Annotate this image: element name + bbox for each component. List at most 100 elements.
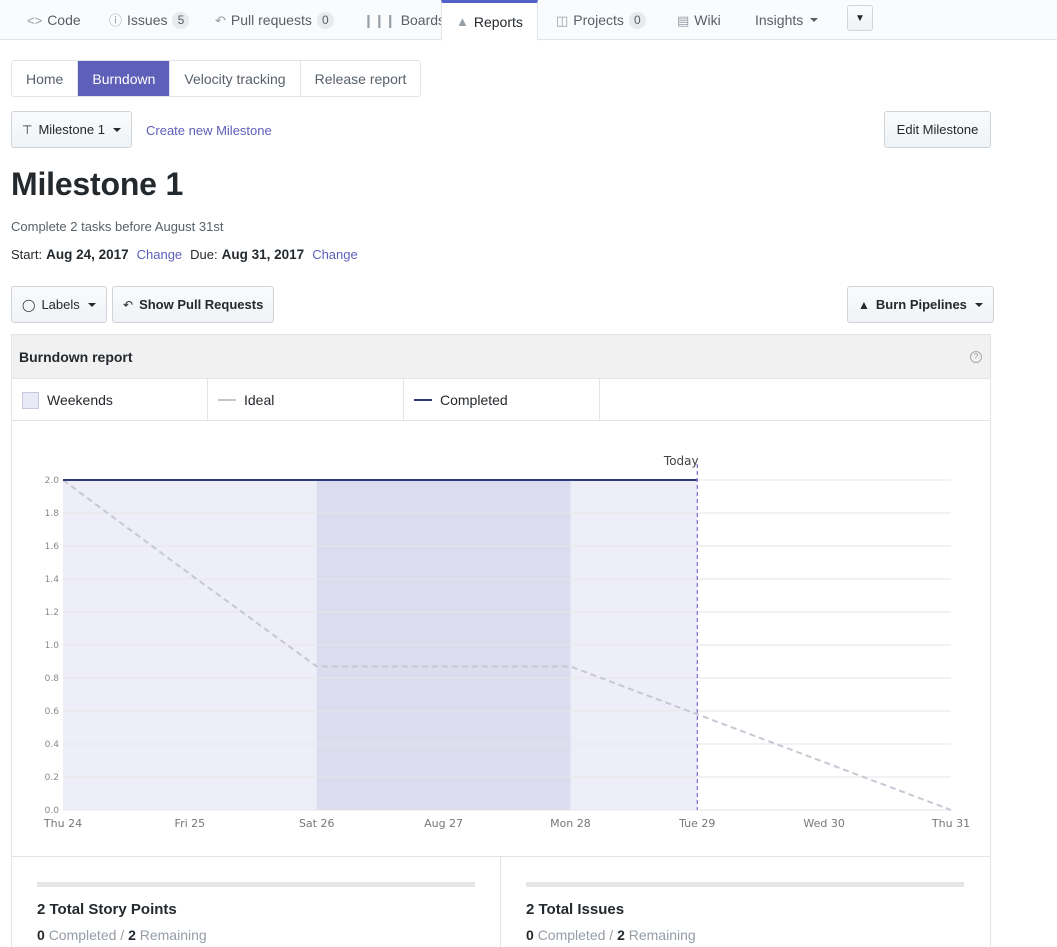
x-tick-label: Sat 26	[299, 817, 335, 830]
legend-label: Completed	[440, 392, 508, 408]
burndown-chart-svg: 0.0 0.2 0.4 0.6 0.8 1.0 1.2 1.4 1.6 1.8 2.0 Thu 24 F…	[43, 454, 970, 830]
legend-ideal[interactable]: Ideal	[208, 379, 404, 421]
tab-label: Insights	[755, 12, 804, 28]
story-points-progress	[37, 882, 475, 887]
edit-milestone-button[interactable]: Edit Milestone	[884, 111, 991, 148]
y-tick-label: 1.4	[45, 575, 60, 585]
show-pull-requests-label: Show Pull Requests	[139, 297, 264, 312]
subtab-release-report[interactable]: Release report	[301, 61, 421, 96]
x-tick-label: Thu 24	[43, 817, 82, 830]
projects-count-badge: 0	[628, 11, 646, 29]
due-label: Due:	[190, 247, 218, 262]
reports-subtabs: Home Burndown Velocity tracking Release …	[11, 60, 422, 97]
create-milestone-link[interactable]: Create new Milestone	[146, 123, 272, 138]
tab-wiki[interactable]: ▤ Wiki	[677, 0, 721, 40]
wiki-icon: ▤	[677, 12, 690, 28]
completed-value: 0	[526, 927, 534, 943]
labels-button[interactable]: ◯ Labels	[11, 286, 107, 323]
issues-count-badge: 5	[172, 11, 190, 29]
tab-reports[interactable]: ▲ Reports	[441, 0, 538, 41]
burndown-report-panel: Burndown report ? Weekends Ideal Complet…	[11, 334, 991, 947]
help-icon[interactable]: ?	[970, 350, 982, 363]
tab-pull-requests[interactable]: ↶ Pull requests 0	[215, 0, 334, 40]
legend-label: Ideal	[244, 392, 275, 408]
projects-icon: ◫	[556, 12, 569, 28]
change-start-link[interactable]: Change	[137, 247, 183, 262]
legend-completed[interactable]: Completed	[404, 379, 600, 421]
tab-label: Issues	[127, 12, 168, 28]
story-points-title: 2 Total Story Points	[37, 901, 177, 918]
completed-label: Completed	[48, 927, 117, 943]
pull-request-icon: ↶	[123, 297, 134, 312]
tab-insights[interactable]: Insights	[755, 0, 819, 40]
reports-icon: ▲	[456, 14, 469, 29]
tab-issues[interactable]: ⓘ Issues 5	[109, 0, 190, 40]
chevron-down-icon	[87, 302, 96, 307]
show-pull-requests-button[interactable]: ↶ Show Pull Requests	[112, 286, 275, 323]
burndown-chart: 0.0 0.2 0.4 0.6 0.8 1.0 1.2 1.4 1.6 1.8 2.0 Thu 24 F…	[12, 421, 990, 856]
tab-boards[interactable]: ❙❙❙ Boards	[363, 0, 445, 40]
more-menu-button[interactable]: ▼	[847, 5, 873, 31]
legend-swatch	[218, 399, 236, 401]
burn-pipelines-label: Burn Pipelines	[875, 297, 967, 312]
remaining-label: Remaining	[628, 927, 696, 943]
boards-icon: ❙❙❙	[363, 12, 396, 28]
completed-label: Completed	[537, 927, 606, 943]
milestone-select-label: Milestone 1	[38, 122, 105, 137]
y-tick-label: 0.2	[45, 773, 59, 783]
tab-label: Wiki	[694, 12, 721, 28]
y-tick-label: 1.0	[45, 641, 60, 651]
issue-icon: ⓘ	[109, 12, 123, 28]
tag-icon: ◯	[22, 297, 36, 312]
issues-title: 2 Total Issues	[526, 901, 625, 918]
tab-label: Projects	[573, 12, 624, 28]
story-points-summary: 0 Completed / 2 Remaining	[37, 927, 207, 943]
repo-nav: <> Code ⓘ Issues 5 ↶ Pull requests 0 ❙❙❙…	[0, 0, 1057, 41]
start-date: Aug 24, 2017	[46, 247, 129, 262]
x-tick-label: Tue 29	[678, 817, 715, 830]
pull-request-icon: ↶	[215, 12, 226, 28]
code-icon: <>	[27, 12, 43, 28]
issues-stat: 2 Total Issues 0 Completed / 2 Remaining	[501, 857, 990, 947]
legend-label: Weekends	[47, 392, 113, 408]
flame-icon: ▲	[858, 297, 870, 312]
milestone-icon: ⊤	[22, 122, 33, 137]
y-tick-label: 0.0	[45, 806, 60, 816]
subtab-velocity-tracking[interactable]: Velocity tracking	[170, 61, 301, 96]
chevron-down-icon	[810, 18, 819, 22]
y-tick-label: 1.2	[45, 608, 59, 618]
tab-projects[interactable]: ◫ Projects 0	[556, 0, 646, 40]
subtab-home[interactable]: Home	[12, 61, 79, 96]
legend-weekends[interactable]: Weekends	[12, 379, 208, 421]
x-tick-label: Wed 30	[803, 817, 844, 830]
completed-value: 0	[37, 927, 45, 943]
today-label: Today	[663, 454, 699, 468]
subtab-burndown[interactable]: Burndown	[78, 61, 171, 96]
report-header: Burndown report ?	[12, 335, 990, 379]
tab-label: Pull requests	[230, 12, 312, 28]
chevron-down-icon: ▼	[855, 12, 865, 24]
legend-swatch	[414, 399, 432, 401]
chart-legend: Weekends Ideal Completed	[12, 379, 990, 421]
change-due-link[interactable]: Change	[312, 247, 358, 262]
page-title: Milestone 1	[11, 166, 184, 202]
burn-pipelines-button[interactable]: ▲ Burn Pipelines	[847, 286, 994, 323]
y-tick-label: 0.8	[45, 674, 60, 684]
tab-code[interactable]: <> Code	[27, 0, 81, 40]
remaining-label: Remaining	[139, 927, 207, 943]
x-tick-label: Thu 31	[931, 817, 970, 830]
milestone-select-button[interactable]: ⊤ Milestone 1	[11, 111, 132, 148]
story-points-stat: 2 Total Story Points 0 Completed / 2 Rem…	[12, 857, 501, 947]
tab-label: Reports	[473, 13, 523, 30]
due-date: Aug 31, 2017	[221, 247, 305, 262]
y-tick-label: 2.0	[45, 476, 60, 486]
x-tick-label: Aug 27	[424, 817, 463, 830]
remaining-value: 2	[617, 927, 625, 943]
labels-button-label: Labels	[41, 297, 80, 312]
report-title: Burndown report	[19, 348, 133, 365]
legend-swatch	[22, 391, 39, 409]
pull-requests-count-badge: 0	[316, 11, 334, 29]
milestone-description: Complete 2 tasks before August 31st	[11, 219, 224, 234]
start-label: Start:	[11, 247, 43, 262]
stats-row: 2 Total Story Points 0 Completed / 2 Rem…	[12, 856, 990, 947]
